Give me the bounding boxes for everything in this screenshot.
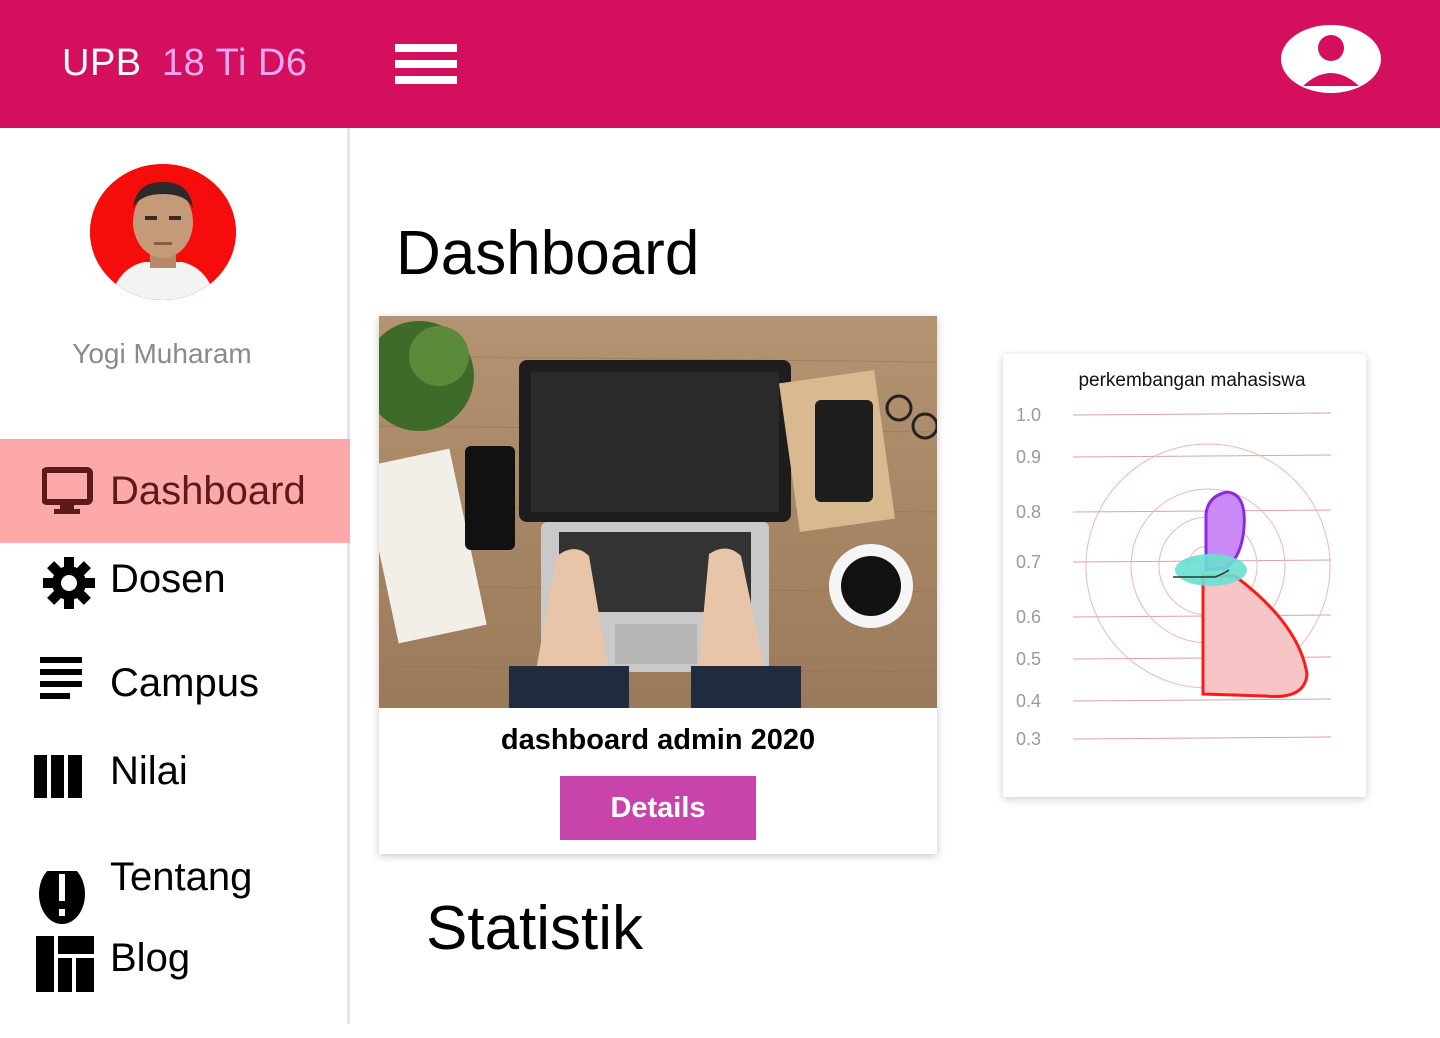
sidebar-item-label: Dosen xyxy=(110,557,226,601)
sidebar-item-label: Tentang xyxy=(110,855,253,899)
y-tick-label: 0.5 xyxy=(1016,649,1041,669)
y-tick-label: 0.9 xyxy=(1016,447,1041,467)
laptop-photo xyxy=(379,316,937,708)
sidebar-item-dashboard[interactable]: Dashboard xyxy=(0,439,350,543)
hamburger-menu-icon[interactable] xyxy=(395,44,457,84)
alert-circle-icon xyxy=(39,871,85,924)
y-tick-label: 0.7 xyxy=(1016,552,1041,572)
menu-bar xyxy=(395,44,457,52)
section-title: Statistik xyxy=(426,894,644,963)
avatar-photo xyxy=(90,164,236,300)
lines-icon xyxy=(40,657,82,699)
grid-line xyxy=(1072,454,1332,458)
menu-bar xyxy=(395,60,457,68)
dashboard-layout-icon xyxy=(36,936,94,992)
grid-line xyxy=(1072,412,1332,416)
chart-card: perkembangan mahasiswa 1.0 0.9 0.8 0.7 0.6 0.… xyxy=(1003,354,1366,797)
y-tick-label: 0.4 xyxy=(1016,691,1041,711)
card-title: dashboard admin 2020 xyxy=(500,724,816,756)
monitor-icon xyxy=(42,467,93,514)
grid-line xyxy=(1072,698,1332,702)
account-circle-icon[interactable] xyxy=(1280,24,1382,94)
grid-line xyxy=(1072,736,1332,740)
sidebar-item-label: Dashboard xyxy=(110,469,306,513)
profile-name: Yogi Muharam xyxy=(72,338,252,369)
series-area-teal xyxy=(1175,554,1247,586)
grid-line xyxy=(1072,509,1332,513)
sidebar-item-blog[interactable]: Blog xyxy=(0,934,350,1038)
brand-subtitle: 18 Ti D6 xyxy=(162,42,308,84)
sidebar-item-campus[interactable]: Campus xyxy=(0,647,350,751)
page-title: Dashboard xyxy=(396,219,700,288)
sidebar-item-label: Campus xyxy=(110,661,259,705)
top-app-bar: UPB 18 Ti D6 xyxy=(0,0,1440,128)
sidebar: Yogi Muharam Dashboard Dosen Campus Nila… xyxy=(0,128,350,1024)
y-tick-label: 0.8 xyxy=(1016,502,1041,522)
sidebar-item-nilai[interactable]: Nilai xyxy=(0,749,350,855)
columns-icon xyxy=(34,755,82,798)
details-button[interactable]: Details xyxy=(560,776,756,840)
y-tick-label: 1.0 xyxy=(1016,405,1041,425)
menu-bar xyxy=(395,76,457,84)
y-tick-label: 0.6 xyxy=(1016,607,1041,627)
sidebar-item-label: Blog xyxy=(110,936,191,980)
sidebar-item-label: Nilai xyxy=(110,749,188,793)
brand-name: UPB xyxy=(62,42,142,84)
chart-svg: 1.0 0.9 0.8 0.7 0.6 0.5 0.4 0.3 xyxy=(1016,405,1332,749)
gear-icon xyxy=(43,557,95,609)
avatar xyxy=(90,164,236,300)
y-tick-label: 0.3 xyxy=(1016,729,1041,749)
sidebar-item-dosen[interactable]: Dosen xyxy=(0,543,350,647)
series-area-red xyxy=(1201,574,1309,699)
dashboard-card: dashboard admin 2020 Details xyxy=(379,316,937,854)
